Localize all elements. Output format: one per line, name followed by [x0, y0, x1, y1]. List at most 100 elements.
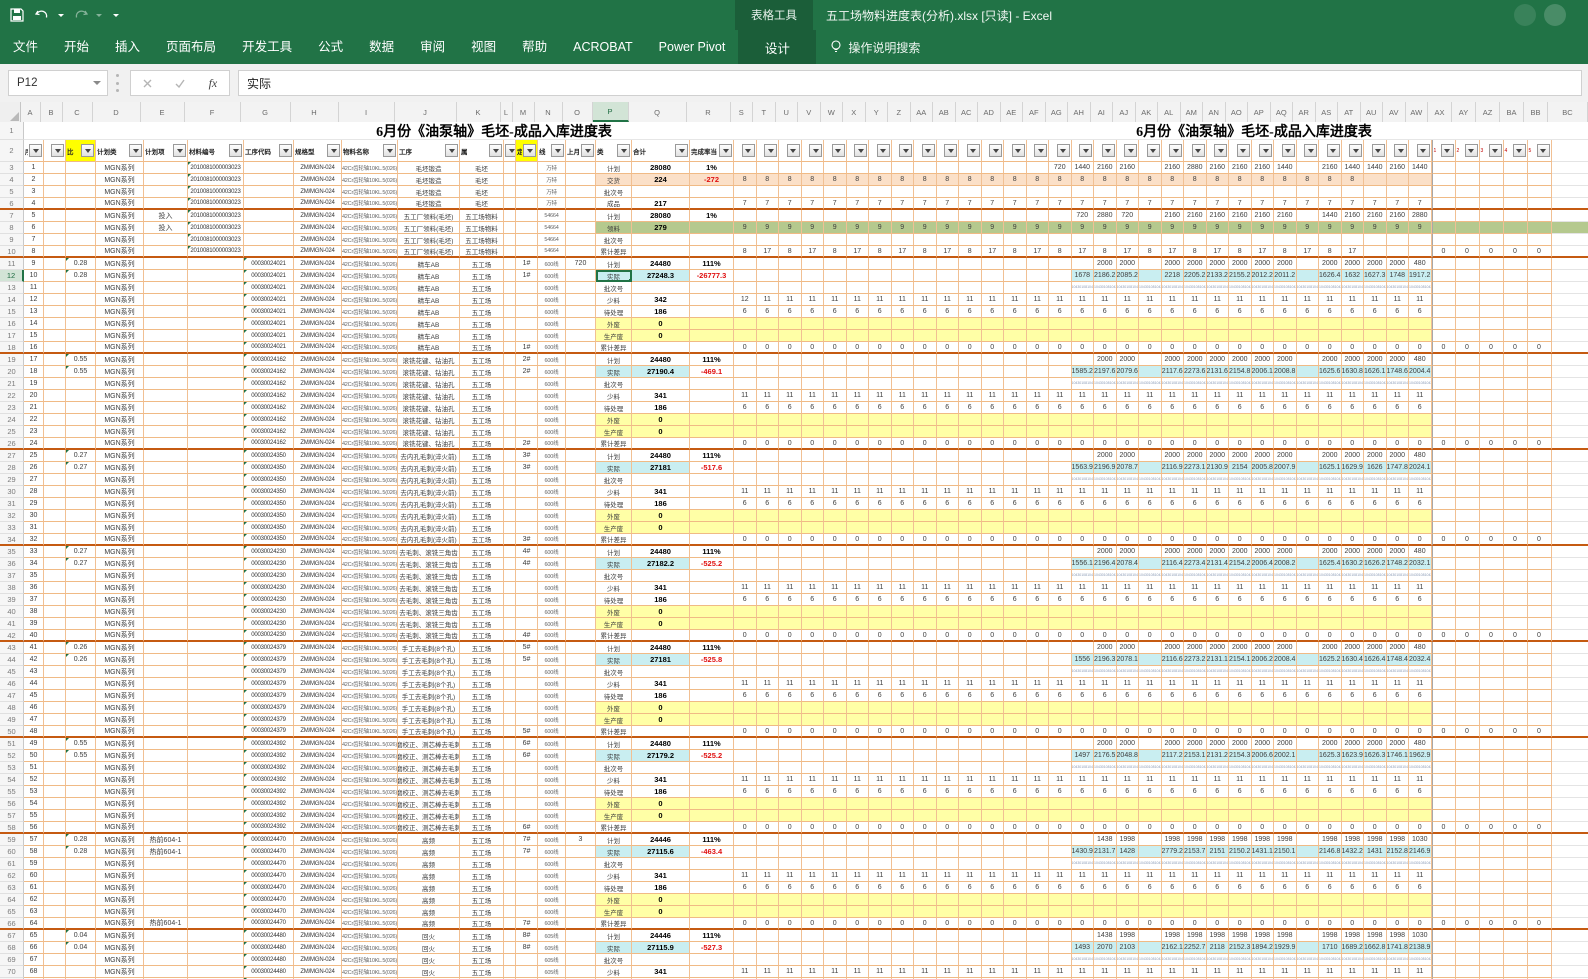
- cell[interactable]: 交货: [596, 174, 632, 186]
- cell[interactable]: 0: [1229, 342, 1252, 354]
- cell[interactable]: 11: [1117, 582, 1140, 594]
- cell[interactable]: [44, 666, 66, 678]
- cell[interactable]: 7: [1364, 198, 1387, 210]
- cell[interactable]: [824, 210, 847, 222]
- cell[interactable]: 11: [1297, 582, 1320, 594]
- cell[interactable]: [66, 630, 96, 642]
- cell[interactable]: [869, 930, 892, 942]
- cell[interactable]: [1552, 654, 1588, 666]
- cell[interactable]: 0: [892, 630, 915, 642]
- cell[interactable]: 11: [1342, 294, 1365, 306]
- cell[interactable]: [144, 594, 188, 606]
- cell[interactable]: [504, 258, 516, 270]
- cell[interactable]: [1432, 894, 1456, 906]
- cell[interactable]: [1094, 330, 1117, 342]
- cell[interactable]: 0.55: [66, 366, 96, 378]
- cell[interactable]: 2000: [1342, 450, 1365, 462]
- cell[interactable]: [1456, 426, 1480, 438]
- cell[interactable]: [734, 366, 757, 378]
- cell[interactable]: ZM/MGN-024: [294, 462, 342, 474]
- cell[interactable]: [869, 462, 892, 474]
- cell[interactable]: [1480, 882, 1504, 894]
- cell[interactable]: 104301081043010510430106104301: [1364, 954, 1387, 966]
- cell[interactable]: 计划: [596, 738, 632, 750]
- cell[interactable]: 11: [1184, 870, 1207, 882]
- cell[interactable]: [734, 846, 757, 858]
- cell[interactable]: [188, 474, 244, 486]
- cell[interactable]: [504, 930, 516, 942]
- cell[interactable]: 1623.9: [1342, 750, 1365, 762]
- cell[interactable]: 2006.1: [1252, 366, 1275, 378]
- cell[interactable]: [144, 558, 188, 570]
- cell[interactable]: -525.8: [690, 654, 734, 666]
- cell[interactable]: MGN系列: [96, 366, 144, 378]
- cell[interactable]: 0.27: [66, 450, 96, 462]
- cell[interactable]: [802, 762, 825, 774]
- cell[interactable]: [516, 222, 538, 234]
- cell[interactable]: [1049, 858, 1072, 870]
- cell[interactable]: 0: [1072, 918, 1095, 930]
- cell[interactable]: 11: [869, 966, 892, 978]
- cell[interactable]: 6: [1229, 306, 1252, 318]
- cell[interactable]: [1432, 858, 1456, 870]
- cell[interactable]: [504, 354, 516, 366]
- cell[interactable]: 6: [824, 306, 847, 318]
- cell[interactable]: [892, 702, 915, 714]
- filter-button[interactable]: [1465, 144, 1478, 157]
- cell[interactable]: [959, 510, 982, 522]
- cell[interactable]: 11: [1072, 390, 1095, 402]
- cell[interactable]: [1027, 162, 1050, 174]
- cell[interactable]: 111%: [690, 450, 734, 462]
- cell[interactable]: ZM/MGN-024: [294, 534, 342, 546]
- cell[interactable]: 11: [1072, 486, 1095, 498]
- cell[interactable]: [690, 474, 734, 486]
- cell[interactable]: [892, 750, 915, 762]
- cell[interactable]: [44, 558, 66, 570]
- column-header[interactable]: AH: [1068, 102, 1091, 122]
- cell[interactable]: 毛坯: [460, 198, 504, 210]
- cell[interactable]: [1252, 234, 1275, 246]
- cell[interactable]: [779, 210, 802, 222]
- cell[interactable]: [44, 162, 66, 174]
- cell[interactable]: [1139, 546, 1162, 558]
- cell[interactable]: 605线: [538, 966, 566, 978]
- cell[interactable]: [959, 834, 982, 846]
- cell[interactable]: 49: [24, 738, 44, 750]
- cell[interactable]: [1297, 714, 1320, 726]
- cell[interactable]: [802, 450, 825, 462]
- cell[interactable]: 104301081043010510430106104301: [1139, 474, 1162, 486]
- cell[interactable]: 8: [959, 174, 982, 186]
- cell[interactable]: [188, 750, 244, 762]
- cell[interactable]: 1630.4: [1342, 654, 1365, 666]
- cell[interactable]: 0: [1342, 918, 1365, 930]
- cell[interactable]: 五工场: [460, 942, 504, 954]
- cell[interactable]: [144, 546, 188, 558]
- cell[interactable]: ZM/MGN-024: [294, 882, 342, 894]
- cell[interactable]: [734, 462, 757, 474]
- cell[interactable]: 00030024350: [244, 510, 294, 522]
- cell[interactable]: [1528, 222, 1552, 234]
- filter-button[interactable]: [809, 144, 822, 157]
- cell[interactable]: [1480, 546, 1504, 558]
- cell[interactable]: 2000: [1387, 546, 1410, 558]
- cell[interactable]: [1552, 270, 1588, 282]
- cell[interactable]: [959, 858, 982, 870]
- cell[interactable]: [1480, 390, 1504, 402]
- cell[interactable]: [188, 450, 244, 462]
- cell[interactable]: [779, 702, 802, 714]
- cell[interactable]: 6: [824, 594, 847, 606]
- cell[interactable]: 11: [959, 870, 982, 882]
- cell[interactable]: [188, 534, 244, 546]
- cell[interactable]: [824, 762, 847, 774]
- cell[interactable]: 104301081043010510430106104301: [1252, 570, 1275, 582]
- cell[interactable]: [632, 726, 690, 738]
- cell[interactable]: 7: [1274, 198, 1297, 210]
- cell[interactable]: 11: [1252, 390, 1275, 402]
- cell[interactable]: 104301081043010510430106104301: [1409, 762, 1432, 774]
- column-header[interactable]: AM: [1181, 102, 1204, 122]
- cell[interactable]: 2000: [1207, 738, 1230, 750]
- cell[interactable]: [66, 882, 96, 894]
- cell[interactable]: 磨校正、测芯棒去毛刺: [398, 810, 460, 822]
- cell[interactable]: [757, 894, 780, 906]
- cell[interactable]: 6: [1184, 882, 1207, 894]
